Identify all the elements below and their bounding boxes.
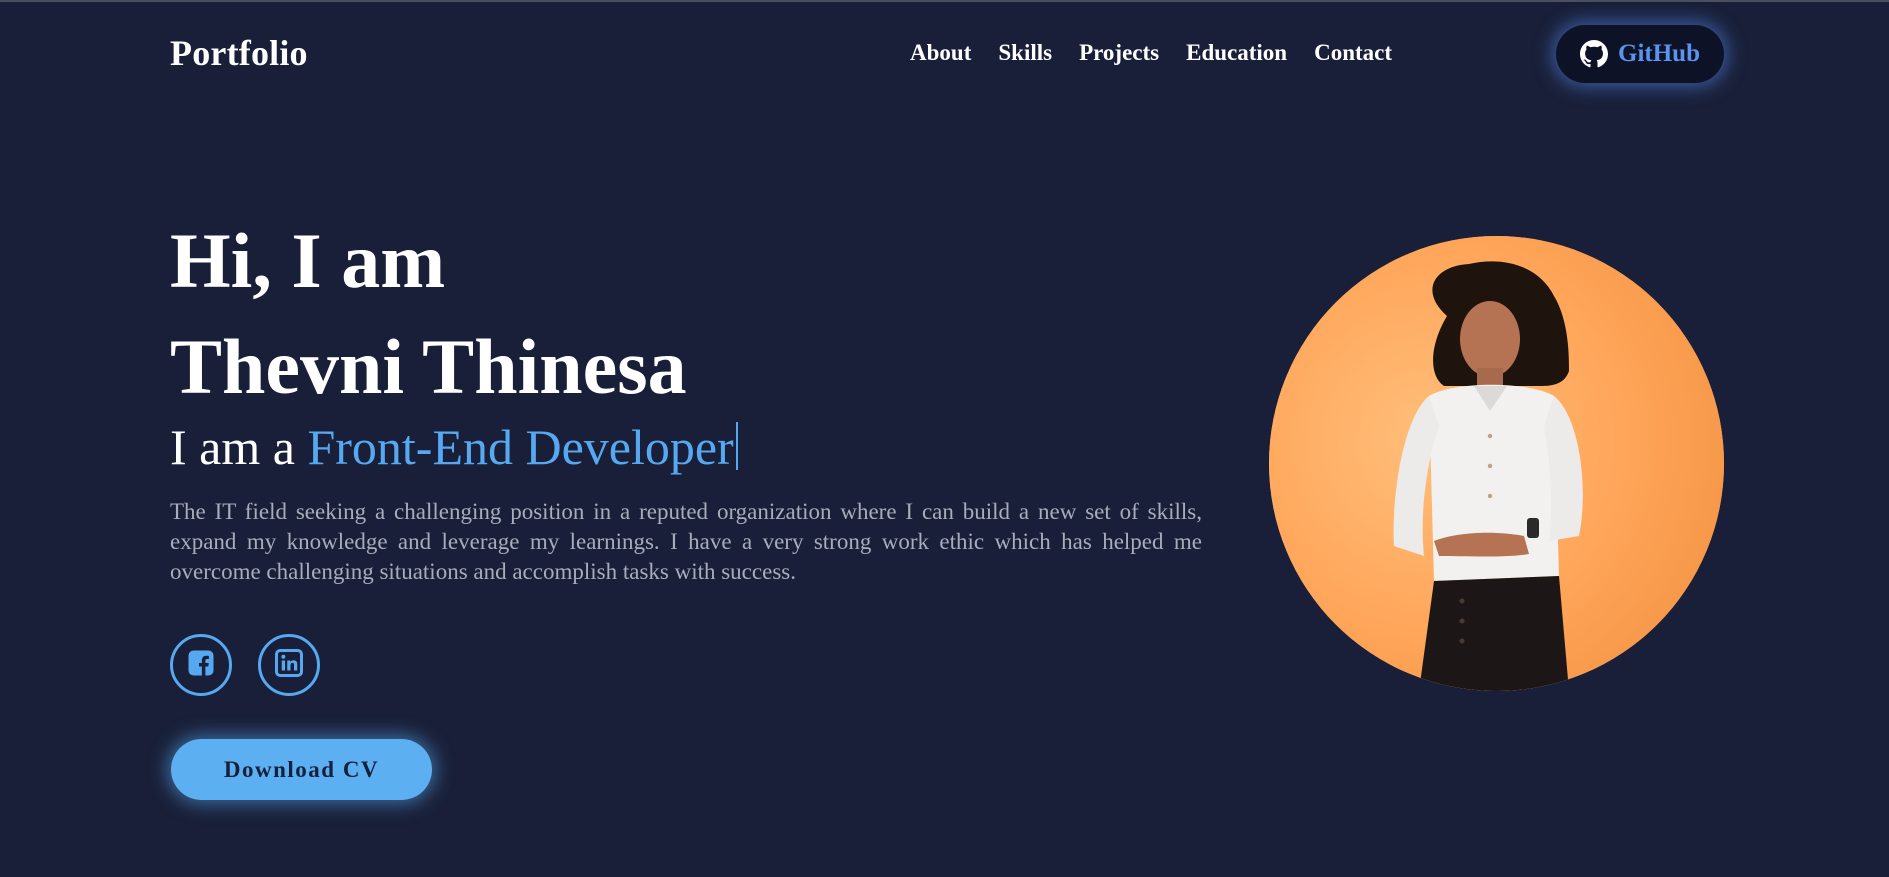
navbar: Portfolio About Skills Projects Educatio… — [0, 0, 1889, 106]
linkedin-link[interactable] — [258, 634, 320, 696]
profile-photo-illustration — [1269, 236, 1724, 691]
role-prefix: I am a — [170, 419, 308, 475]
hero-title-name: Thevni Thinesa — [170, 323, 687, 410]
linkedin-icon — [274, 648, 304, 683]
hero-description: The IT field seeking a challenging posit… — [170, 499, 1202, 584]
logo[interactable]: Portfolio — [170, 28, 308, 78]
typing-cursor — [735, 422, 738, 470]
facebook-link[interactable] — [170, 634, 232, 696]
facebook-icon — [186, 648, 216, 683]
hero-title-line1: Hi, I am — [170, 217, 446, 304]
nav-link-contact[interactable]: Contact — [1314, 38, 1392, 68]
nav-link-about[interactable]: About — [910, 38, 971, 68]
nav-links: About Skills Projects Education Contact — [910, 38, 1419, 68]
hero-title: Hi, I am Thevni Thinesa — [170, 208, 687, 420]
profile-photo — [1269, 236, 1724, 691]
nav-link-projects[interactable]: Projects — [1079, 38, 1159, 68]
hero-role: I am a Front-End Developer — [170, 416, 738, 478]
github-button[interactable]: GitHub — [1556, 25, 1724, 83]
role-typed-text: Front-End Developer — [307, 419, 734, 475]
download-cv-button[interactable]: Download CV — [171, 739, 432, 800]
social-links — [170, 634, 320, 696]
github-icon — [1580, 40, 1608, 68]
nav-link-education[interactable]: Education — [1186, 38, 1287, 68]
nav-link-skills[interactable]: Skills — [998, 38, 1052, 68]
github-label: GitHub — [1618, 40, 1700, 67]
